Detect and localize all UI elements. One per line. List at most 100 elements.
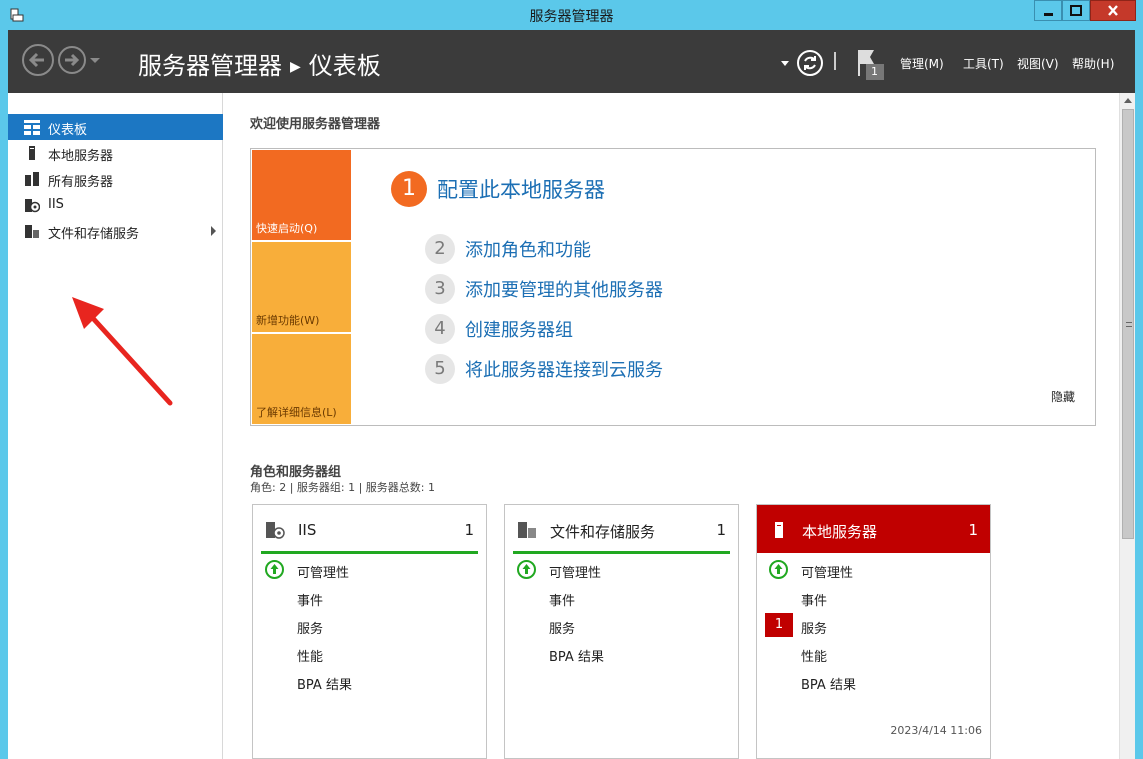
vertical-scrollbar[interactable] [1119, 93, 1135, 759]
step-number: 3 [425, 274, 455, 304]
step-link[interactable]: 添加角色和功能 [465, 236, 591, 262]
refresh-icon [804, 56, 816, 70]
row-label: 服务 [801, 622, 828, 637]
scroll-thumb[interactable] [1122, 109, 1134, 539]
back-button[interactable] [22, 44, 54, 76]
sidebar-item-label: 所有服务器 [48, 175, 114, 190]
maximize-icon [1070, 5, 1082, 16]
welcome-title: 欢迎使用服务器管理器 [250, 117, 381, 132]
expand-arrow-icon[interactable] [211, 226, 216, 236]
row-label: 性能 [801, 650, 828, 665]
role-card-iis[interactable]: IIS 1 可管理性 事件 服务 性能 BPA 结果 [252, 504, 487, 759]
refresh-button[interactable] [797, 50, 823, 76]
hide-welcome-link[interactable]: 隐藏 [1051, 388, 1075, 405]
card-row-events[interactable]: 事件 [757, 585, 990, 611]
card-title: 本地服务器 [802, 523, 878, 541]
card-row-performance[interactable]: 性能 [253, 641, 486, 667]
menu-manage[interactable]: 管理(M) [900, 55, 944, 72]
card-timestamp: 2023/4/14 11:06 [890, 724, 982, 737]
card-row-services[interactable]: 服务 [505, 613, 738, 639]
tile-label: 快速启动(Q) [256, 222, 318, 235]
close-icon [1108, 5, 1118, 16]
back-arrow-icon [28, 52, 44, 68]
minimize-button[interactable] [1034, 0, 1062, 21]
card-row-events[interactable]: 事件 [253, 585, 486, 611]
card-row-manageability[interactable]: 可管理性 [253, 557, 486, 583]
step-number: 4 [425, 314, 455, 344]
card-header[interactable]: IIS 1 [253, 505, 486, 553]
header-dropdown-icon[interactable] [781, 61, 789, 66]
role-card-file-storage[interactable]: 文件和存储服务 1 可管理性 事件 服务 BPA 结果 [504, 504, 739, 759]
step-number: 1 [391, 171, 427, 207]
row-label: 可管理性 [801, 566, 854, 581]
card-row-events[interactable]: 事件 [505, 585, 738, 611]
row-label: 事件 [549, 594, 576, 609]
sidebar-item-label: 仪表板 [48, 123, 88, 138]
close-button[interactable] [1090, 0, 1136, 21]
file-storage-icon [25, 225, 39, 238]
tile-quick-start[interactable]: 快速启动(Q) [252, 150, 351, 240]
sidebar-item-label: 本地服务器 [48, 149, 114, 164]
row-label: 事件 [801, 594, 828, 609]
card-count: 1 [716, 521, 726, 539]
window-title: 服务器管理器 [529, 9, 614, 25]
sidebar-item-iis[interactable]: IIS [8, 192, 223, 218]
welcome-panel: 快速启动(Q) 新增功能(W) 了解详细信息(L) 1 配置此本地服务器 2 添… [250, 148, 1096, 426]
sidebar-item-label: 文件和存储服务 [48, 227, 140, 242]
tile-whats-new[interactable]: 新增功能(W) [252, 242, 351, 332]
row-label: 事件 [297, 594, 324, 609]
card-row-bpa[interactable]: BPA 结果 [505, 641, 738, 667]
sidebar-item-file-storage[interactable]: 文件和存储服务 [8, 218, 223, 244]
card-header[interactable]: 文件和存储服务 1 [505, 505, 738, 553]
row-label: 服务 [297, 622, 324, 637]
row-label: 可管理性 [549, 566, 602, 581]
row-label: BPA 结果 [297, 678, 352, 693]
row-label: 可管理性 [297, 566, 350, 581]
server-icon [29, 146, 35, 160]
tile-label: 新增功能(W) [256, 314, 320, 327]
step-number: 5 [425, 354, 455, 384]
roles-summary: 角色: 2 | 服务器组: 1 | 服务器总数: 1 [250, 481, 436, 494]
card-row-bpa[interactable]: BPA 结果 [757, 669, 990, 695]
notifications-button[interactable]: 1 [856, 48, 886, 80]
server-icon [775, 522, 783, 538]
sidebar-item-label: IIS [48, 197, 64, 212]
iis-icon [266, 522, 285, 539]
sidebar: 仪表板 本地服务器 所有服务器 IIS 文件和存储服务 [8, 93, 223, 759]
menu-view[interactable]: 视图(V) [1017, 55, 1059, 72]
sidebar-item-all-servers[interactable]: 所有服务器 [8, 166, 223, 192]
window-titlebar: 服务器管理器 [0, 0, 1143, 30]
sidebar-item-local-server[interactable]: 本地服务器 [8, 140, 223, 166]
step-link[interactable]: 创建服务器组 [465, 316, 573, 342]
card-header[interactable]: 本地服务器 1 [757, 505, 990, 553]
card-count: 1 [968, 521, 978, 539]
breadcrumb-root[interactable]: 服务器管理器 [138, 52, 282, 80]
history-dropdown-icon[interactable] [90, 58, 100, 63]
ok-status-icon [265, 560, 284, 579]
card-row-services[interactable]: 1 服务 [757, 613, 990, 639]
menu-tools[interactable]: 工具(T) [963, 55, 1004, 72]
dashboard-content: 欢迎使用服务器管理器 快速启动(Q) 新增功能(W) 了解详细信息(L) 1 配… [224, 93, 1119, 759]
card-row-performance[interactable]: 性能 [757, 641, 990, 667]
card-row-manageability[interactable]: 可管理性 [505, 557, 738, 583]
card-row-services[interactable]: 服务 [253, 613, 486, 639]
forward-button[interactable] [58, 46, 86, 74]
sidebar-item-dashboard[interactable]: 仪表板 [8, 114, 223, 140]
maximize-button[interactable] [1062, 0, 1090, 21]
step-link[interactable]: 配置此本地服务器 [437, 174, 605, 204]
status-bar [513, 551, 730, 554]
card-row-bpa[interactable]: BPA 结果 [253, 669, 486, 695]
card-row-manageability[interactable]: 可管理性 [757, 557, 990, 583]
role-card-local-server[interactable]: 本地服务器 1 可管理性 事件 1 服务 性能 BPA 结果 2023/4/14… [756, 504, 991, 759]
step-link[interactable]: 添加要管理的其他服务器 [465, 276, 663, 302]
notification-count: 1 [871, 65, 878, 78]
menu-help[interactable]: 帮助(H) [1072, 55, 1114, 72]
status-bar [261, 551, 478, 554]
ok-status-icon [517, 560, 536, 579]
tile-learn-more[interactable]: 了解详细信息(L) [252, 334, 351, 424]
scroll-up-icon[interactable] [1124, 98, 1132, 103]
forward-arrow-icon [65, 53, 80, 67]
ok-status-icon [769, 560, 788, 579]
step-link[interactable]: 将此服务器连接到云服务 [465, 356, 663, 382]
tile-label: 了解详细信息(L) [256, 406, 337, 419]
